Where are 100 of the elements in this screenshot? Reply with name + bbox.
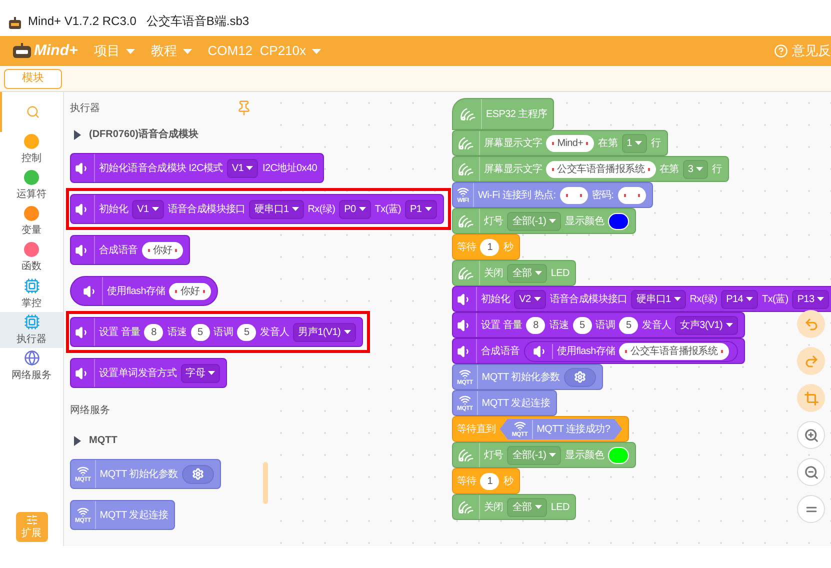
number-field[interactable]: 5 <box>572 316 592 334</box>
block-label: 密码: <box>592 188 614 202</box>
text-field[interactable] <box>560 186 588 204</box>
caret-icon <box>292 207 299 211</box>
block-label: 行 <box>650 136 661 150</box>
category-item[interactable]: 执行器 <box>0 312 63 348</box>
number-field[interactable]: 1 <box>480 238 500 256</box>
code-block[interactable]: 合成语音 使用flash存储 公交车语音播报系统 <box>452 338 745 364</box>
curved-lines-icon <box>457 265 475 281</box>
dropdown-field[interactable]: 字母 <box>180 364 220 382</box>
caret-icon <box>674 297 681 301</box>
dropdown-field[interactable]: 女声3(V1) <box>675 316 738 334</box>
caret-icon <box>726 323 733 327</box>
block-label: 行 <box>712 162 722 176</box>
caret-icon <box>534 505 542 509</box>
block-label: LED <box>550 500 570 514</box>
reporter-block[interactable]: 使用flash存储 你好 <box>70 276 218 306</box>
block-label: 在第 <box>598 136 618 150</box>
settings-field[interactable] <box>564 368 596 386</box>
block-label: 语调 <box>596 318 616 332</box>
field-value: 公交车语音播报系统 <box>557 162 645 176</box>
caret-icon <box>208 371 216 375</box>
code-block[interactable]: 设置 音量 8 语速 5 语调 5 发音人 男声1(V1) <box>70 317 363 347</box>
dropdown-field[interactable]: P0 <box>339 200 371 218</box>
text-field[interactable]: Mind+ <box>546 134 594 152</box>
block-label: 等待 <box>457 474 476 488</box>
dropdown-field[interactable]: 硬串口1 <box>249 200 304 218</box>
reporter-block[interactable]: 使用flash存储 公交车语音播报系统 <box>524 340 738 362</box>
code-block[interactable]: 设置单词发音方式 字母 <box>70 358 228 388</box>
caret-icon <box>549 219 556 223</box>
block-label: 在第 <box>660 162 679 176</box>
zoom-out-icon <box>804 464 818 480</box>
field-value: 公交车语音播报系统 <box>630 344 718 358</box>
caret-icon <box>424 207 432 211</box>
text-field[interactable]: 你好 <box>169 282 211 300</box>
number-field[interactable]: 1 <box>480 472 500 490</box>
block-label: Tx(蓝) <box>374 202 402 216</box>
code-block[interactable]: 设置 音量 8 语速 5 语调 5 发音人 女声3(V1) <box>452 312 745 338</box>
color-swatch[interactable] <box>608 212 629 230</box>
code-block[interactable]: 屏幕显示文字 公交车语音播报系统 在第 3 行 <box>452 156 729 182</box>
dropdown-field[interactable]: V1 <box>226 158 258 178</box>
category-item[interactable]: 控制 <box>0 132 63 168</box>
text-field[interactable]: 公交车语音播报系统 <box>619 342 729 360</box>
gear-icon <box>574 371 586 383</box>
category-item[interactable]: 函数 <box>0 240 63 276</box>
block-label: 初始化语音合成模块 I2C模式 <box>99 162 223 176</box>
quote-mark-icon <box>586 142 588 144</box>
number-field[interactable]: 5 <box>190 324 210 340</box>
code-block[interactable]: 等待 1 秒 <box>452 468 520 494</box>
wifi-icon <box>514 420 526 432</box>
quote-mark-icon <box>552 142 554 144</box>
code-block[interactable]: 合成语音 你好 <box>70 235 190 265</box>
caret-icon <box>534 297 541 301</box>
block-label: LED <box>550 266 570 280</box>
dropdown-field[interactable]: V2 <box>514 290 546 308</box>
category-item[interactable]: 变量 <box>0 204 63 240</box>
block-label: MQTT 初始化参数 <box>482 370 560 384</box>
block-label: 合成语音 <box>99 244 138 258</box>
number-field[interactable]: 8 <box>526 316 546 334</box>
color-swatch[interactable] <box>608 446 629 464</box>
expand-triangle-icon[interactable] <box>74 130 81 140</box>
category-item[interactable]: 运算符 <box>0 168 63 204</box>
number-field[interactable]: 8 <box>144 324 164 340</box>
caret-icon <box>246 166 254 170</box>
number-field[interactable]: 5 <box>619 316 638 334</box>
block-label: MQTT 连接成功? <box>536 422 610 436</box>
category-item[interactable]: 掌控 <box>0 276 63 312</box>
caret-icon <box>696 167 704 171</box>
robot-logo-icon <box>8 17 22 30</box>
code-block[interactable]: 初始化 V1 语音合成模块接口 硬串口1 Rx(绿) P0 Tx(蓝) P1 <box>70 194 444 224</box>
dropdown-field[interactable]: 男声1(V1) <box>293 322 356 342</box>
code-block[interactable]: 初始化语音合成模块 I2C模式 V1 I2C地址0x40 <box>70 153 324 183</box>
dropdown-field[interactable]: P13 <box>792 290 830 308</box>
scrollbar-thumb <box>263 462 268 504</box>
caret-icon <box>817 297 824 301</box>
group-title: (DFR0760)语音合成模块 <box>89 127 198 142</box>
code-block[interactable]: 屏幕显示文字 Mind+ 在第 1 行 <box>452 130 668 156</box>
text-field[interactable] <box>618 186 646 204</box>
dropdown-field[interactable]: 硬串口1 <box>631 290 686 308</box>
code-block[interactable]: 等待 1 秒 <box>452 234 520 260</box>
curved-lines-icon <box>457 213 475 229</box>
block-label: MQTT 初始化参数 <box>100 468 178 482</box>
settings-field[interactable] <box>182 464 214 484</box>
dropdown-field[interactable]: P14 <box>721 290 758 308</box>
block-label: 发音人 <box>642 318 672 332</box>
category-item[interactable]: 网络服务 <box>0 348 63 384</box>
curved-lines-icon <box>457 135 475 151</box>
logo-text: Mind+ <box>34 40 78 61</box>
chip-icon <box>24 278 40 294</box>
text-field[interactable]: 公交车语音播报系统 <box>546 160 656 178</box>
block-label: 语音合成模块接口 <box>168 202 246 216</box>
block-label: Tx(蓝) <box>762 292 788 306</box>
block-label: Wi-Fi 连接到 热点: <box>478 188 556 202</box>
dropdown-field[interactable]: V1 <box>132 200 164 218</box>
block-label: 灯号 <box>484 214 504 228</box>
code-block[interactable]: 初始化 V2 语音合成模块接口 硬串口1 Rx(绿) P14 Tx(蓝) P13 <box>452 286 831 312</box>
dropdown-field[interactable]: P1 <box>405 200 437 218</box>
expand-triangle-icon[interactable] <box>74 436 81 446</box>
text-field[interactable]: 你好 <box>142 242 184 258</box>
number-field[interactable]: 5 <box>237 324 256 340</box>
